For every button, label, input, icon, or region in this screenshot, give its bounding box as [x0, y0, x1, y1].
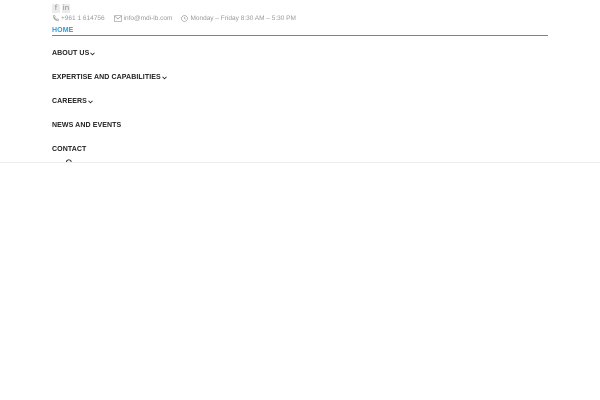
chevron-down-icon — [161, 76, 167, 79]
linkedin-icon[interactable]: in — [62, 4, 70, 13]
hours-item: Monday – Friday 8:30 AM – 5:30 PM — [181, 15, 296, 22]
search-button[interactable] — [64, 154, 72, 167]
social-links: f in — [52, 4, 70, 13]
site-header: f in +961 1 614756 info@mdi-lb.com Monda… — [0, 0, 600, 167]
nav-label-expertise: EXPERTISE AND CAPABILITIES — [52, 74, 161, 81]
phone-icon — [53, 15, 59, 21]
nav-item-news-and-events[interactable]: NEWS AND EVENTS — [52, 121, 121, 130]
nav-item-home[interactable]: HOME — [52, 26, 73, 35]
office-hours: Monday – Friday 8:30 AM – 5:30 PM — [190, 15, 296, 22]
phone-item[interactable]: +961 1 614756 — [52, 15, 105, 22]
top-bar: f in +961 1 614756 info@mdi-lb.com Monda… — [0, 0, 600, 26]
active-nav-underline — [52, 35, 548, 36]
nav-label-contact: CONTACT — [52, 146, 87, 153]
nav-label-about-us: ABOUT US — [52, 50, 90, 57]
envelope-icon — [113, 15, 122, 22]
clock-icon — [181, 15, 189, 22]
facebook-icon[interactable]: f — [52, 4, 60, 13]
chevron-down-icon — [88, 100, 93, 103]
nav-label-home: HOME — [52, 27, 74, 34]
phone-number: +961 1 614756 — [61, 15, 105, 22]
nav-item-careers[interactable]: CAREERS — [52, 97, 93, 106]
nav-label-careers: CAREERS — [52, 98, 87, 105]
nav-label-news-and-events: NEWS AND EVENTS — [52, 122, 122, 129]
email-item[interactable]: info@mdi-lb.com — [113, 15, 173, 22]
page-content — [0, 163, 600, 400]
nav-item-expertise[interactable]: EXPERTISE AND CAPABILITIES — [52, 73, 167, 82]
contact-info: +961 1 614756 info@mdi-lb.com Monday – F… — [52, 15, 296, 22]
nav-item-about-us[interactable]: ABOUT US — [52, 49, 96, 58]
chevron-down-icon — [90, 52, 96, 55]
email-address: info@mdi-lb.com — [123, 15, 173, 22]
nav-item-contact[interactable]: CONTACT — [52, 145, 86, 154]
